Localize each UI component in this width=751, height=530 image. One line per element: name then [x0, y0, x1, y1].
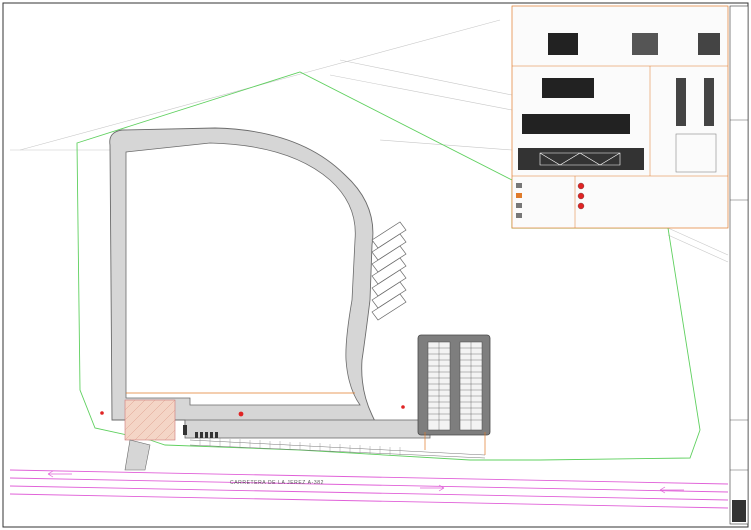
- gate-sample-1: [542, 78, 594, 98]
- red-marker: [401, 405, 405, 409]
- fence-type-1-sample: [548, 33, 578, 55]
- hatched-zone: [124, 399, 176, 441]
- legend-swatch: [516, 193, 522, 198]
- fence-type-3-sample: [698, 33, 720, 55]
- road-label: CARRETERA DE LA JEREZ A-382: [230, 480, 325, 486]
- company-logo: [732, 500, 746, 522]
- title-block: [729, 5, 749, 525]
- legend-swatch: [516, 213, 522, 218]
- gate-sample-3: [518, 148, 644, 170]
- ring-road-inner: [125, 142, 361, 406]
- legend-symbol: [577, 182, 585, 190]
- red-marker: [100, 411, 104, 415]
- lower-access-road: [184, 419, 431, 439]
- legend-swatch: [516, 203, 522, 208]
- legend-panel: [511, 5, 729, 229]
- accessible-bay-right: [704, 78, 714, 126]
- red-marker: [238, 411, 244, 417]
- site-plan-sheet: CARRETERA DE LA JEREZ A-382: [0, 0, 751, 530]
- site-plan-drawing: [2, 2, 749, 528]
- angled-parking-bays: [371, 221, 407, 321]
- accessible-bay-left: [676, 78, 686, 126]
- legend-swatch: [516, 183, 522, 188]
- truck-parking-block: [417, 334, 491, 436]
- fence-type-2-sample: [632, 33, 658, 55]
- legend-symbol: [577, 192, 585, 200]
- gate-sample-2: [522, 114, 630, 134]
- legend-symbol: [577, 202, 585, 210]
